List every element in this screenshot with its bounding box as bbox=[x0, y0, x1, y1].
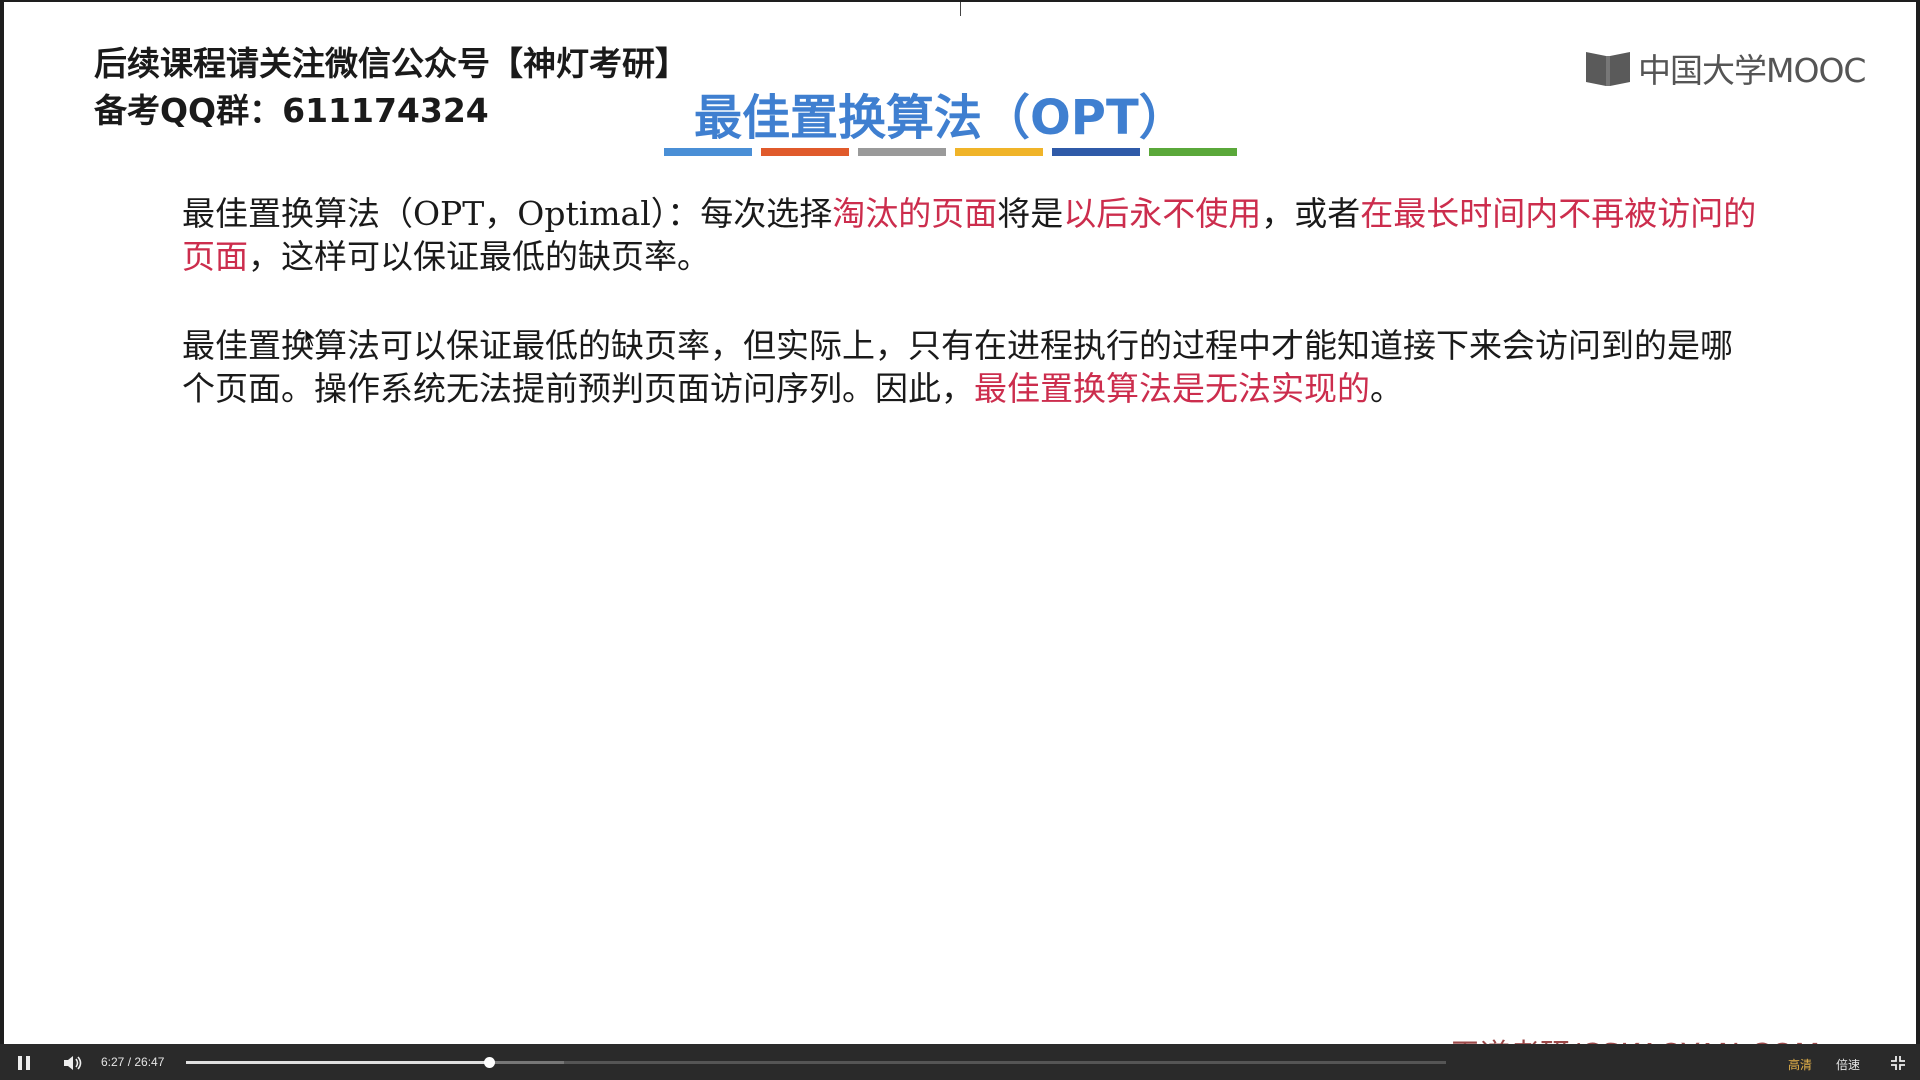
played-fill bbox=[186, 1061, 490, 1064]
notice-line-1: 后续课程请关注微信公众号【神灯考研】 bbox=[94, 44, 688, 83]
highlight-span: 淘汰的页面 bbox=[832, 194, 998, 233]
pause-icon bbox=[18, 1056, 30, 1070]
mouse-cursor-icon bbox=[304, 328, 318, 348]
highlight-span: 以后永不使用 bbox=[1063, 194, 1262, 233]
text-span: 最佳置换算法可以保证最低的缺页率，但实际上，只有在进程执行的过程中才能知道接下来… bbox=[182, 326, 1733, 408]
mooc-logo: 中国大学MOOC bbox=[1584, 44, 1866, 92]
player-control-bar: 6:27 / 26:47 高清 倍速 bbox=[0, 1044, 1920, 1080]
text-span: ，这样可以保证最低的缺页率。 bbox=[248, 237, 710, 276]
quality-button[interactable]: 高清 bbox=[1788, 1056, 1812, 1073]
slide-canvas: 后续课程请关注微信公众号【神灯考研】 备考QQ群：611174324 中国大学M… bbox=[4, 2, 1916, 1073]
color-bar bbox=[858, 148, 946, 156]
time-display: 6:27 / 26:47 bbox=[101, 1055, 165, 1069]
pause-button[interactable] bbox=[14, 1054, 34, 1072]
notice-text: 后续课程请关注微信公众号【神灯考研】 备考QQ群：611174324 bbox=[94, 40, 688, 134]
text-span: 。 bbox=[1370, 369, 1403, 408]
book-logo-icon bbox=[1586, 52, 1630, 86]
exit-fullscreen-button[interactable] bbox=[1888, 1054, 1908, 1072]
text-span: 最佳置换算法（OPT，Optimal）：每次选择 bbox=[182, 194, 833, 233]
slide-title: 最佳置换算法（OPT） bbox=[694, 90, 1187, 146]
color-bar bbox=[1052, 148, 1140, 156]
color-bar bbox=[1149, 148, 1237, 156]
highlight-span: 最佳置换算法是无法实现的 bbox=[974, 369, 1370, 408]
volume-button[interactable] bbox=[62, 1054, 84, 1072]
progress-bar[interactable] bbox=[186, 1057, 1446, 1068]
logo-text: 中国大学MOOC bbox=[1638, 51, 1866, 90]
text-span: ，或者 bbox=[1261, 194, 1361, 233]
color-bar bbox=[664, 148, 752, 156]
video-player: 后续课程请关注微信公众号【神灯考研】 备考QQ群：611174324 中国大学M… bbox=[0, 0, 1920, 1080]
notice-line-2: 备考QQ群：611174324 bbox=[94, 91, 489, 130]
exit-fullscreen-icon bbox=[1891, 1056, 1905, 1070]
color-bar bbox=[761, 148, 849, 156]
top-marker bbox=[960, 2, 961, 16]
text-span: 将是 bbox=[997, 194, 1064, 233]
progress-knob[interactable] bbox=[484, 1057, 496, 1068]
volume-icon bbox=[64, 1056, 82, 1070]
definition-paragraph: 最佳置换算法（OPT，Optimal）：每次选择淘汰的页面将是以后永不使用，或者… bbox=[182, 192, 1762, 278]
explanation-paragraph: 最佳置换算法可以保证最低的缺页率，但实际上，只有在进程执行的过程中才能知道接下来… bbox=[182, 324, 1762, 410]
title-color-bars bbox=[664, 148, 1237, 156]
speed-button[interactable]: 倍速 bbox=[1836, 1056, 1860, 1073]
color-bar bbox=[955, 148, 1043, 156]
